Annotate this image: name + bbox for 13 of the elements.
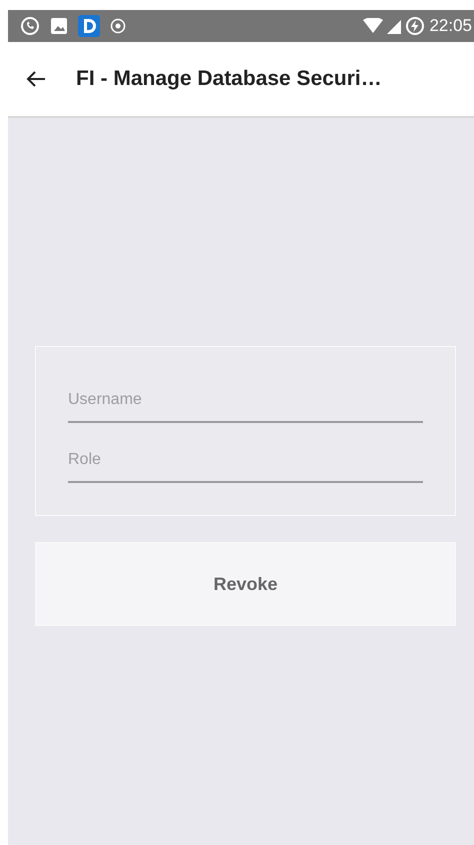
- revoke-button[interactable]: Revoke: [35, 542, 456, 626]
- battery-charging-icon: [405, 16, 426, 36]
- signal-icon: [387, 18, 402, 34]
- back-arrow-icon: [26, 70, 46, 88]
- wifi-icon: [363, 18, 384, 34]
- d-letter-icon: [78, 15, 100, 37]
- screen-title: FI - Manage Database Securi…: [76, 67, 382, 91]
- chat-bubble-icon: [20, 16, 40, 36]
- record-icon: [110, 18, 126, 34]
- text-field[interactable]: Username: [68, 385, 423, 423]
- image-icon: [50, 17, 68, 35]
- text-field[interactable]: Role: [68, 445, 423, 483]
- clock-time: 22:05: [429, 16, 472, 36]
